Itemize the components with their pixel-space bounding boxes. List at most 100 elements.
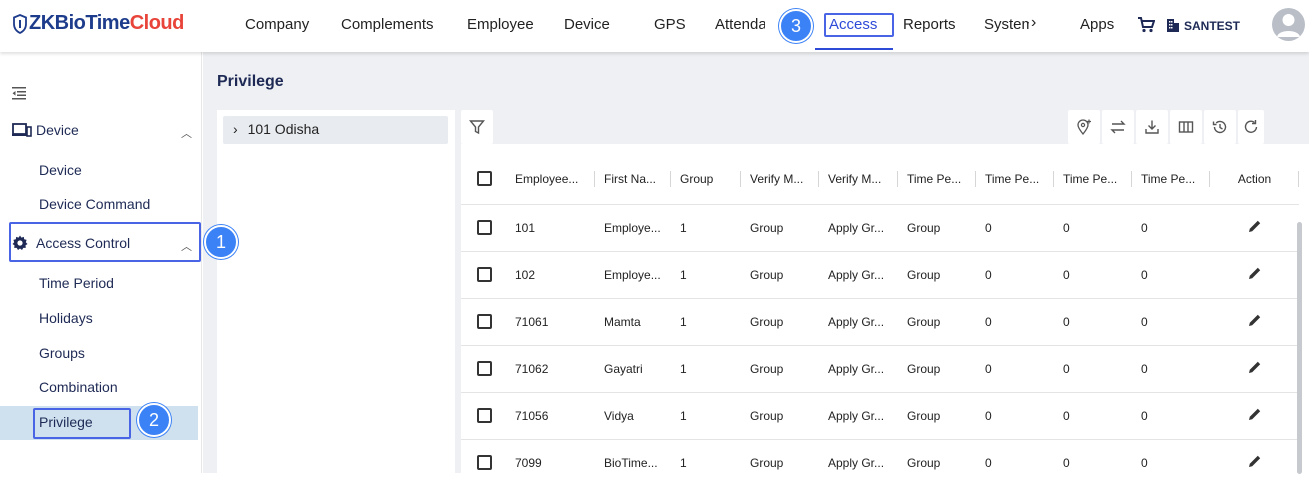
column-header[interactable]: Group: [671, 154, 741, 204]
table-cell: 102: [506, 250, 595, 298]
sidebar-item-privilege[interactable]: Privilege: [39, 414, 93, 430]
table-cell: Group: [898, 391, 976, 439]
chevron-up-icon[interactable]: ︿: [181, 238, 192, 254]
filter-button[interactable]: [461, 110, 493, 144]
table-cell: 1: [671, 250, 741, 298]
row-checkbox[interactable]: [477, 408, 492, 424]
gear-icon: [12, 235, 28, 250]
edit-pencil-icon[interactable]: [1248, 313, 1262, 327]
table-cell: 0: [1054, 344, 1132, 392]
column-header[interactable]: Time Pe...: [898, 154, 976, 204]
columns-icon: [1178, 121, 1194, 133]
table-cell: 1: [671, 391, 741, 439]
row-checkbox[interactable]: [477, 361, 492, 377]
table-cell: 71062: [506, 344, 595, 392]
sidebar-group-device-label: Device: [36, 122, 79, 138]
history-button[interactable]: [1204, 110, 1236, 144]
edit-pencil-icon[interactable]: [1248, 266, 1262, 280]
grid-toolbar: [461, 110, 1309, 144]
sidebar-group-access-control-label: Access Control: [36, 235, 131, 251]
table-row[interactable]: 71056 Vidya 1 Group Apply Gr... Group 0 0 0: [461, 391, 1299, 439]
table-cell: 0: [976, 438, 1054, 486]
table-row[interactable]: 7099 BioTime... 1 Group Apply Gr... Group 0 0 0: [461, 438, 1299, 486]
sidebar-item-device-command[interactable]: Device Command: [39, 196, 150, 212]
table-cell: Apply Gr...: [819, 344, 898, 392]
app-logo[interactable]: ZKBioTimeCloud: [13, 12, 184, 35]
column-header[interactable]: Verify M...: [819, 154, 898, 204]
nav-company[interactable]: Company: [245, 16, 309, 33]
row-checkbox[interactable]: [477, 220, 492, 236]
refresh-button[interactable]: [1238, 110, 1264, 144]
chevron-right-icon[interactable]: ›: [233, 121, 238, 137]
sidebar-item-time-period[interactable]: Time Period: [39, 275, 114, 291]
table-cell: Group: [741, 250, 819, 298]
edit-pencil-icon[interactable]: [1248, 360, 1262, 374]
table-cell: 7099: [506, 438, 595, 486]
row-checkbox[interactable]: [477, 267, 492, 283]
edit-pencil-icon[interactable]: [1248, 219, 1262, 233]
nav-attendance[interactable]: Attenda: [715, 16, 765, 33]
nav-employee[interactable]: Employee: [467, 16, 534, 33]
chevron-up-icon[interactable]: ︿: [181, 125, 192, 141]
collapse-menu-icon[interactable]: [12, 86, 26, 100]
column-header[interactable]: First Na...: [595, 154, 671, 204]
table-row[interactable]: 71062 Gayatri 1 Group Apply Gr... Group 0 0 0: [461, 344, 1299, 392]
select-all-checkbox[interactable]: [477, 171, 492, 187]
nav-reports[interactable]: Reports: [903, 16, 956, 33]
nav-system[interactable]: System: [984, 16, 1029, 33]
column-header[interactable]: Time Pe...: [1054, 154, 1132, 204]
tree-node-department[interactable]: › 101 Odisha: [223, 116, 448, 144]
table-row[interactable]: 101 Employe... 1 Group Apply Gr... Group 0 0 0: [461, 203, 1299, 251]
table-cell: 0: [1132, 391, 1210, 439]
history-icon: [1212, 120, 1227, 134]
sidebar-item-holidays[interactable]: Holidays: [39, 310, 93, 326]
row-checkbox[interactable]: [477, 455, 492, 471]
transfer-button[interactable]: [1102, 110, 1134, 144]
page-title: Privilege: [217, 73, 284, 90]
privilege-table: Employee... First Na... Group Verify M..…: [461, 154, 1299, 486]
column-header[interactable]: Employee...: [506, 154, 595, 204]
table-row[interactable]: 102 Employe... 1 Group Apply Gr... Group 0 0 0: [461, 250, 1299, 298]
row-checkbox[interactable]: [477, 314, 492, 330]
cart-icon[interactable]: [1137, 17, 1155, 33]
nav-device[interactable]: Device: [564, 16, 610, 33]
nav-apps[interactable]: Apps: [1080, 16, 1114, 33]
table-cell: 0: [1054, 297, 1132, 345]
table-cell: Vidya: [595, 391, 671, 439]
table-cell: 0: [1132, 297, 1210, 345]
column-header[interactable]: Time Pe...: [976, 154, 1054, 204]
download-button[interactable]: [1136, 110, 1168, 144]
active-tab-underline: [815, 48, 893, 50]
columns-button[interactable]: [1170, 110, 1202, 144]
sidebar-item-device[interactable]: Device: [39, 162, 82, 178]
edit-pencil-icon[interactable]: [1248, 454, 1262, 468]
table-cell: 71056: [506, 391, 595, 439]
column-header[interactable]: Time Pe...: [1132, 154, 1210, 204]
action-cell: [1210, 297, 1299, 345]
table-cell: 0: [1132, 438, 1210, 486]
vertical-scrollbar[interactable]: [1297, 222, 1302, 474]
company-name[interactable]: SANTEST: [1184, 19, 1240, 33]
action-cell: [1210, 438, 1299, 486]
row-checkbox-cell: [461, 203, 506, 251]
table-cell: Employe...: [595, 250, 671, 298]
location-add-button[interactable]: [1068, 110, 1100, 144]
nav-gps[interactable]: GPS: [654, 16, 686, 33]
sidebar-group-access-control[interactable]: Access Control: [12, 235, 130, 251]
table-row[interactable]: 71061 Mamta 1 Group Apply Gr... Group 0 0 0: [461, 297, 1299, 345]
table-cell: 1: [671, 203, 741, 251]
column-header[interactable]: Verify M...: [741, 154, 819, 204]
table-cell: 1: [671, 438, 741, 486]
department-tree-panel: › 101 Odisha: [217, 110, 455, 473]
table-cell: Mamta: [595, 297, 671, 345]
sidebar-item-groups[interactable]: Groups: [39, 345, 85, 361]
sidebar-item-combination[interactable]: Combination: [39, 379, 118, 395]
sidebar-group-device[interactable]: Device: [12, 122, 79, 138]
user-avatar-icon[interactable]: [1272, 8, 1305, 41]
nav-complements[interactable]: Complements: [341, 16, 434, 33]
nav-scroll-right-icon[interactable]: ›: [1031, 14, 1036, 32]
edit-pencil-icon[interactable]: [1248, 407, 1262, 421]
tree-node-label: 101 Odisha: [247, 121, 320, 137]
select-all-header: [461, 154, 506, 204]
table-header-row: Employee... First Na... Group Verify M..…: [461, 154, 1299, 204]
